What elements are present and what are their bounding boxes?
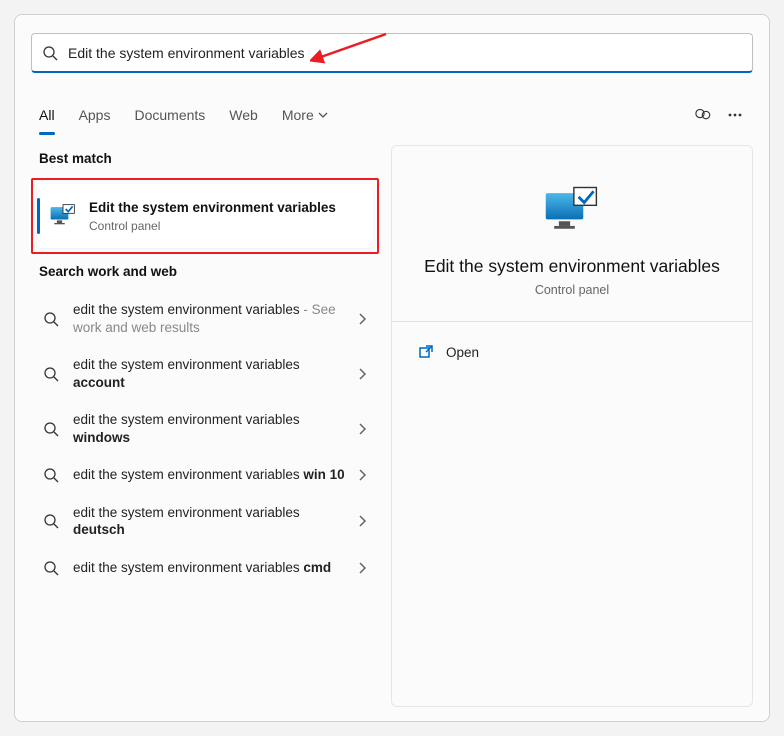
suggestion-text: edit the system environment variables de… <box>73 504 357 539</box>
suggestion-item[interactable]: edit the system environment variables wi… <box>31 456 379 494</box>
suggestion-item[interactable]: edit the system environment variables ac… <box>31 346 379 401</box>
details-title: Edit the system environment variables <box>424 256 720 277</box>
monitor-check-icon <box>49 202 77 230</box>
best-match-text: Edit the system environment variables Co… <box>89 199 336 233</box>
tab-more-label: More <box>282 107 314 123</box>
best-match-subtitle: Control panel <box>89 219 336 233</box>
chat-icon[interactable] <box>693 105 713 125</box>
results-left-column: Best match Edit the system environment v… <box>31 145 379 586</box>
suggestion-text: edit the system environment variables - … <box>73 301 357 336</box>
annotation-highlight-box: Edit the system environment variables Co… <box>31 178 379 254</box>
tab-apps[interactable]: Apps <box>79 101 111 129</box>
open-external-icon <box>418 344 434 360</box>
chevron-right-icon <box>357 423 367 435</box>
details-panel: Edit the system environment variables Co… <box>391 145 753 707</box>
monitor-check-icon <box>542 182 602 238</box>
open-action[interactable]: Open <box>416 338 728 366</box>
best-match-title: Edit the system environment variables <box>89 199 336 217</box>
suggestion-item[interactable]: edit the system environment variables wi… <box>31 401 379 456</box>
chevron-right-icon <box>357 469 367 481</box>
chevron-right-icon <box>357 313 367 325</box>
chevron-right-icon <box>357 368 367 380</box>
tab-all[interactable]: All <box>39 101 55 129</box>
search-icon <box>43 560 59 576</box>
search-window: All Apps Documents Web More Best match <box>14 14 770 722</box>
suggestion-text: edit the system environment variables cm… <box>73 559 357 577</box>
search-icon <box>43 513 59 529</box>
tab-documents[interactable]: Documents <box>134 101 205 129</box>
suggestion-item[interactable]: edit the system environment variables - … <box>31 291 379 346</box>
search-icon <box>42 45 58 61</box>
filter-tabs: All Apps Documents Web More <box>39 95 745 135</box>
section-best-match: Best match <box>39 151 379 166</box>
chevron-right-icon <box>357 515 367 527</box>
suggestion-text: edit the system environment variables wi… <box>73 466 357 484</box>
more-options-icon[interactable] <box>725 105 745 125</box>
chevron-down-icon <box>318 110 328 120</box>
chevron-right-icon <box>357 562 367 574</box>
details-actions: Open <box>416 322 728 382</box>
search-bar[interactable] <box>31 33 753 73</box>
suggestion-text: edit the system environment variables ac… <box>73 356 357 391</box>
suggestion-item[interactable]: edit the system environment variables cm… <box>31 549 379 587</box>
search-input[interactable] <box>68 45 742 61</box>
search-icon <box>43 467 59 483</box>
search-icon <box>43 311 59 327</box>
open-action-label: Open <box>446 345 479 360</box>
section-search-work-web: Search work and web <box>39 264 379 279</box>
search-icon <box>43 421 59 437</box>
tab-web[interactable]: Web <box>229 101 258 129</box>
best-match-item[interactable]: Edit the system environment variables Co… <box>37 184 373 248</box>
suggestion-text: edit the system environment variables wi… <box>73 411 357 446</box>
suggestion-item[interactable]: edit the system environment variables de… <box>31 494 379 549</box>
details-subtitle: Control panel <box>535 283 609 297</box>
search-icon <box>43 366 59 382</box>
tab-more[interactable]: More <box>282 101 328 129</box>
suggestions-list: edit the system environment variables - … <box>31 291 379 586</box>
